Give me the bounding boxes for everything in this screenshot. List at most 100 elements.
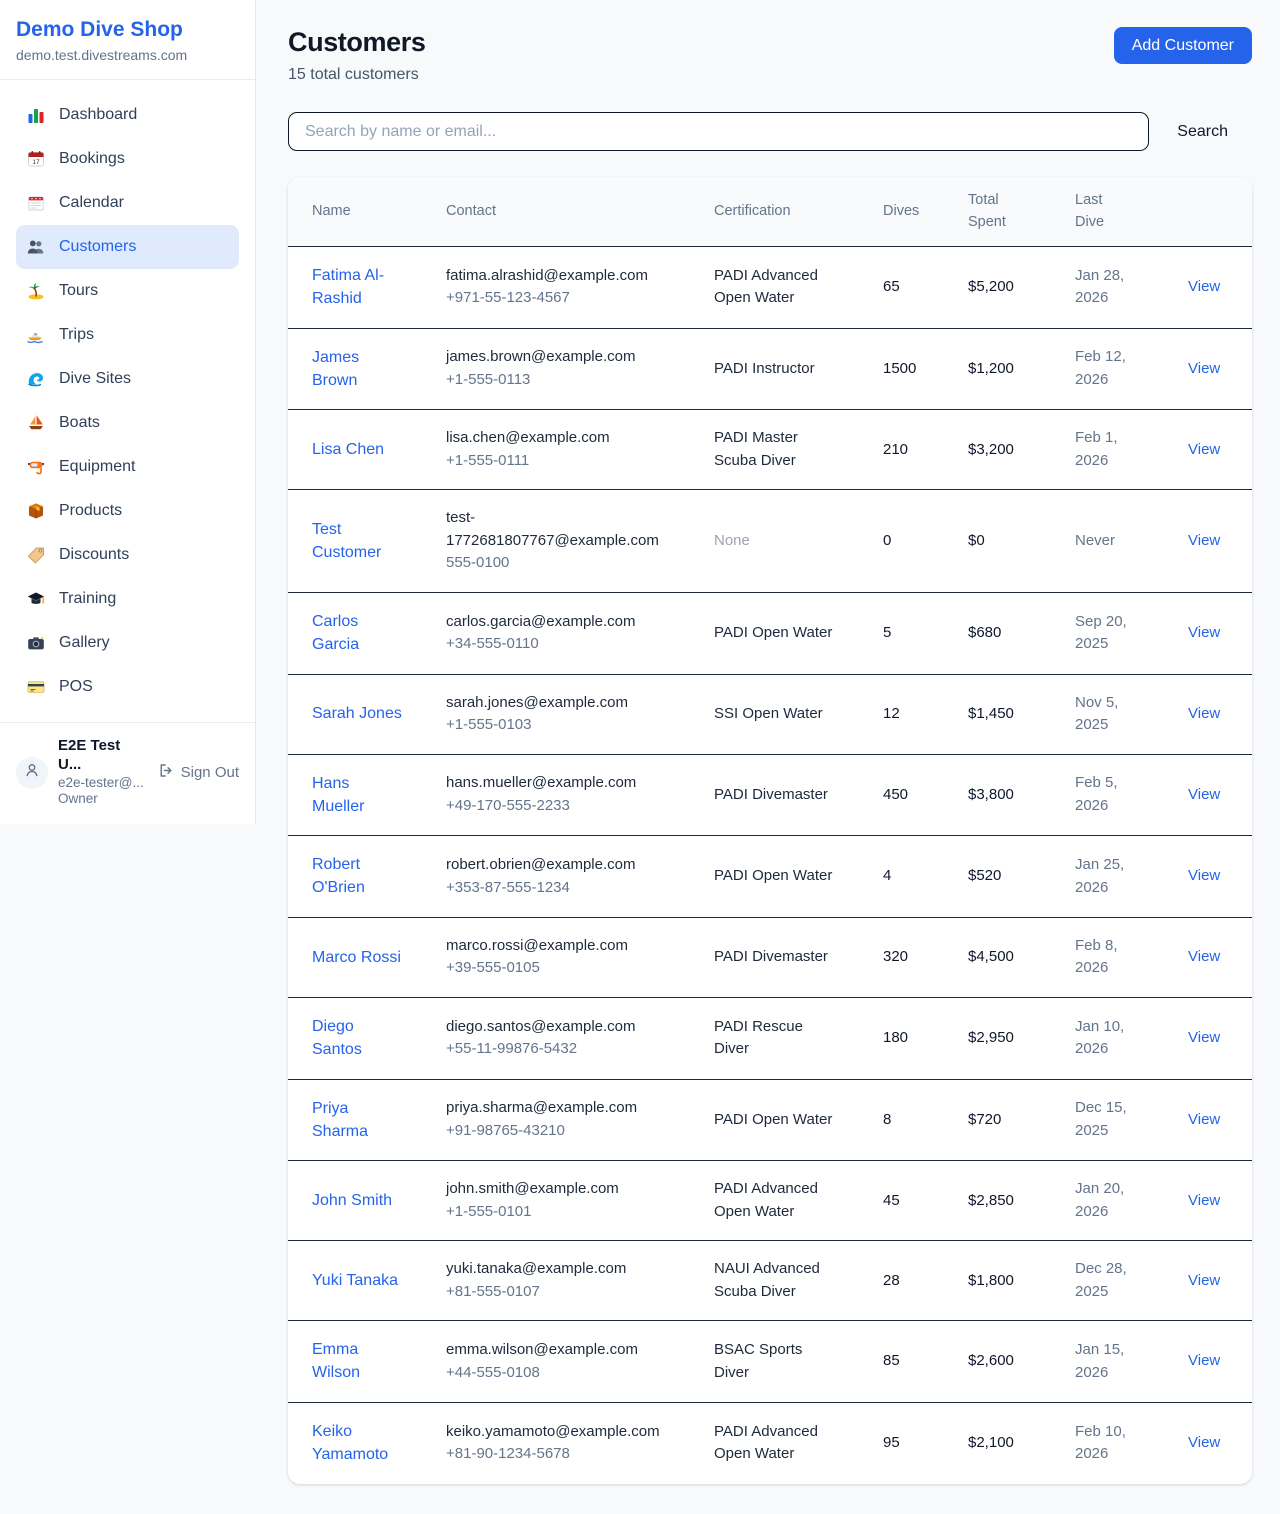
view-customer-link[interactable]: View (1188, 1272, 1220, 1289)
customer-phone: +55-11-99876-5432 (446, 1038, 669, 1061)
customer-last-dive: Jan 25, 2026 (1063, 836, 1170, 918)
customer-certification: PADI Rescue Diver (714, 1018, 803, 1058)
customer-name-link[interactable]: Keiko Yamamoto (312, 1420, 404, 1466)
customer-name-link[interactable]: John Smith (312, 1189, 392, 1212)
customer-dives: 28 (871, 1241, 956, 1321)
sidebar-item-trips[interactable]: Trips (16, 313, 239, 357)
svg-text:17: 17 (32, 159, 40, 166)
table-row: Carlos Garcia carlos.garcia@example.com … (288, 592, 1252, 674)
customer-name-link[interactable]: Robert O'Brien (312, 853, 404, 899)
credit-card-icon (26, 677, 46, 697)
customer-certification: PADI Master Scuba Diver (714, 429, 798, 469)
sidebar-item-products[interactable]: Products (16, 489, 239, 533)
view-customer-link[interactable]: View (1188, 1192, 1220, 1209)
customer-phone: +1-555-0113 (446, 369, 669, 392)
people-icon (26, 237, 46, 257)
view-customer-link[interactable]: View (1188, 1434, 1220, 1451)
table-row: Keiko Yamamoto keiko.yamamoto@example.co… (288, 1402, 1252, 1483)
customer-name-link[interactable]: James Brown (312, 346, 404, 392)
customer-phone: +1-555-0103 (446, 714, 669, 737)
sidebar-item-boats[interactable]: Boats (16, 401, 239, 445)
customer-name-link[interactable]: Priya Sharma (312, 1097, 404, 1143)
add-customer-button[interactable]: Add Customer (1114, 27, 1252, 64)
table-row: Sarah Jones sarah.jones@example.com +1-5… (288, 674, 1252, 754)
customer-name-link[interactable]: Diego Santos (312, 1015, 404, 1061)
table-row: Marco Rossi marco.rossi@example.com +39-… (288, 917, 1252, 997)
customer-last-dive: Jan 10, 2026 (1063, 997, 1170, 1079)
view-customer-link[interactable]: View (1188, 867, 1220, 884)
column-header-last-dive: Last Dive (1063, 177, 1170, 246)
customer-name-link[interactable]: Test Customer (312, 518, 404, 564)
sidebar-item-pos[interactable]: POS (16, 665, 239, 709)
camera-icon (26, 633, 46, 653)
view-customer-link[interactable]: View (1188, 948, 1220, 965)
view-customer-link[interactable]: View (1188, 360, 1220, 377)
table-row: James Brown james.brown@example.com +1-5… (288, 328, 1252, 410)
sidebar-item-discounts[interactable]: Discounts (16, 533, 239, 577)
view-customer-link[interactable]: View (1188, 1111, 1220, 1128)
island-icon (26, 281, 46, 301)
customer-phone: +91-98765-43210 (446, 1120, 669, 1143)
customer-name-link[interactable]: Emma Wilson (312, 1338, 404, 1384)
customer-email: yuki.tanaka@example.com (446, 1258, 669, 1281)
search-button[interactable]: Search (1149, 123, 1252, 141)
customer-total-spent: $1,200 (956, 328, 1063, 410)
sidebar-item-calendar[interactable]: Calendar (16, 181, 239, 225)
customer-certification: NAUI Advanced Scuba Diver (714, 1260, 820, 1300)
customer-dives: 12 (871, 674, 956, 754)
customer-name-link[interactable]: Carlos Garcia (312, 610, 404, 656)
customer-total-spent: $3,200 (956, 410, 1063, 490)
sidebar-header: Demo Dive Shop demo.test.divestreams.com (0, 0, 255, 80)
customer-name-link[interactable]: Sarah Jones (312, 702, 402, 725)
sidebar-item-dive-sites[interactable]: Dive Sites (16, 357, 239, 401)
customer-total-spent: $680 (956, 592, 1063, 674)
view-customer-link[interactable]: View (1188, 532, 1220, 549)
customer-name-link[interactable]: Lisa Chen (312, 438, 384, 461)
search-input[interactable] (288, 112, 1149, 151)
customer-phone: +49-170-555-2233 (446, 795, 669, 818)
table-row: Test Customer test-1772681807767@example… (288, 490, 1252, 593)
sidebar-item-equipment[interactable]: Equipment (16, 445, 239, 489)
customer-last-dive: Jan 15, 2026 (1063, 1321, 1170, 1403)
customer-dives: 95 (871, 1402, 956, 1483)
shop-name[interactable]: Demo Dive Shop (16, 18, 239, 42)
customer-last-dive: Dec 28, 2025 (1063, 1241, 1170, 1321)
customer-phone: +81-90-1234-5678 (446, 1443, 669, 1466)
avatar (16, 757, 48, 789)
view-customer-link[interactable]: View (1188, 786, 1220, 803)
sign-out-label: Sign Out (181, 764, 239, 781)
table-row: Lisa Chen lisa.chen@example.com +1-555-0… (288, 410, 1252, 490)
customer-name-link[interactable]: Hans Mueller (312, 772, 404, 818)
view-customer-link[interactable]: View (1188, 278, 1220, 295)
wave-icon (26, 369, 46, 389)
view-customer-link[interactable]: View (1188, 441, 1220, 458)
customer-name-link[interactable]: Yuki Tanaka (312, 1269, 398, 1292)
sidebar-item-tours[interactable]: Tours (16, 269, 239, 313)
customer-last-dive: Nov 5, 2025 (1063, 674, 1170, 754)
customer-last-dive: Jan 20, 2026 (1063, 1161, 1170, 1241)
customer-name-link[interactable]: Fatima Al-Rashid (312, 264, 404, 310)
sidebar-item-bookings[interactable]: 17 Bookings (16, 137, 239, 181)
table-row: John Smith john.smith@example.com +1-555… (288, 1161, 1252, 1241)
customer-certification: PADI Divemaster (714, 786, 828, 803)
sidebar-item-training[interactable]: Training (16, 577, 239, 621)
view-customer-link[interactable]: View (1188, 705, 1220, 722)
customer-name-link[interactable]: Marco Rossi (312, 946, 401, 969)
view-customer-link[interactable]: View (1188, 1029, 1220, 1046)
user-info: E2E Test U... e2e-tester@... Owner (58, 737, 147, 808)
sign-out-button[interactable]: Sign Out (157, 762, 239, 783)
sign-out-icon (157, 762, 174, 783)
sidebar-item-gallery[interactable]: Gallery (16, 621, 239, 665)
customer-last-dive: Feb 1, 2026 (1063, 410, 1170, 490)
view-customer-link[interactable]: View (1188, 624, 1220, 641)
speedboat-icon (26, 325, 46, 345)
customer-dives: 85 (871, 1321, 956, 1403)
sidebar-item-dashboard[interactable]: Dashboard (16, 93, 239, 137)
table-header-row: Name Contact Certification Dives Total S… (288, 177, 1252, 246)
customer-dives: 180 (871, 997, 956, 1079)
sidebar-item-customers[interactable]: Customers (16, 225, 239, 269)
view-customer-link[interactable]: View (1188, 1352, 1220, 1369)
customer-certification: PADI Open Water (714, 867, 832, 884)
user-icon (23, 761, 41, 784)
customer-phone: +44-555-0108 (446, 1362, 669, 1385)
